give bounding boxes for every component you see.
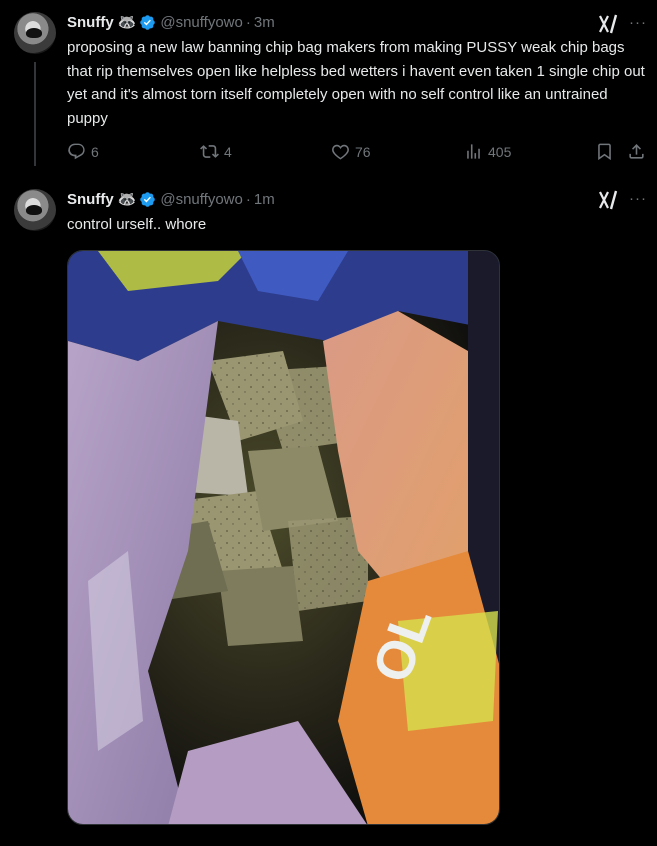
separator-dot: · (245, 190, 251, 208)
reply-count: 6 (91, 143, 99, 160)
share-icon (629, 144, 644, 159)
more-icon[interactable]: ··· (629, 15, 649, 36)
raccoon-emoji: 🦝 (117, 14, 137, 31)
bookmark-button[interactable] (595, 142, 619, 161)
bookmark-icon (598, 143, 611, 161)
raccoon-emoji: 🦝 (117, 191, 137, 208)
repost-button[interactable]: 4 (200, 142, 232, 161)
share-button[interactable] (627, 142, 651, 161)
tweet-text: proposing a new law banning chip bag mak… (67, 39, 645, 127)
tweet-header: Snuffy 🦝 @snuffyowo · 3m (67, 12, 275, 32)
views-count: 405 (488, 143, 512, 160)
reply-button[interactable]: 6 (67, 142, 99, 161)
repost-count: 4 (224, 143, 232, 160)
reply-icon (68, 143, 85, 160)
separator-dot: · (245, 13, 251, 31)
like-button[interactable]: 76 (331, 142, 371, 161)
tweet-header: Snuffy 🦝 @snuffyowo · 1m (67, 189, 275, 209)
tweet-text: control urself.. whore (67, 216, 207, 233)
timestamp[interactable]: 1m (254, 191, 275, 208)
avatar[interactable] (14, 12, 56, 54)
more-icon[interactable]: ··· (629, 191, 649, 212)
like-count: 76 (355, 143, 371, 160)
action-bar: 6 4 76 405 (67, 142, 649, 162)
views-icon (467, 144, 480, 159)
verified-badge-icon[interactable] (139, 191, 156, 208)
tweet-photo[interactable]: OL (67, 250, 500, 825)
views-button[interactable]: 405 (464, 142, 511, 161)
display-name[interactable]: Snuffy (67, 14, 114, 31)
avatar[interactable] (14, 189, 56, 231)
display-name[interactable]: Snuffy (67, 191, 114, 208)
thread-line (34, 62, 36, 166)
handle[interactable]: @snuffyowo (160, 14, 243, 31)
timestamp[interactable]: 3m (254, 14, 275, 31)
grok-icon[interactable] (598, 190, 620, 210)
repost-icon (200, 145, 219, 158)
verified-badge-icon[interactable] (139, 14, 156, 31)
like-icon (332, 144, 349, 160)
chip-bag-photo: OL (68, 251, 499, 824)
grok-icon[interactable] (598, 14, 620, 34)
handle[interactable]: @snuffyowo (160, 191, 243, 208)
